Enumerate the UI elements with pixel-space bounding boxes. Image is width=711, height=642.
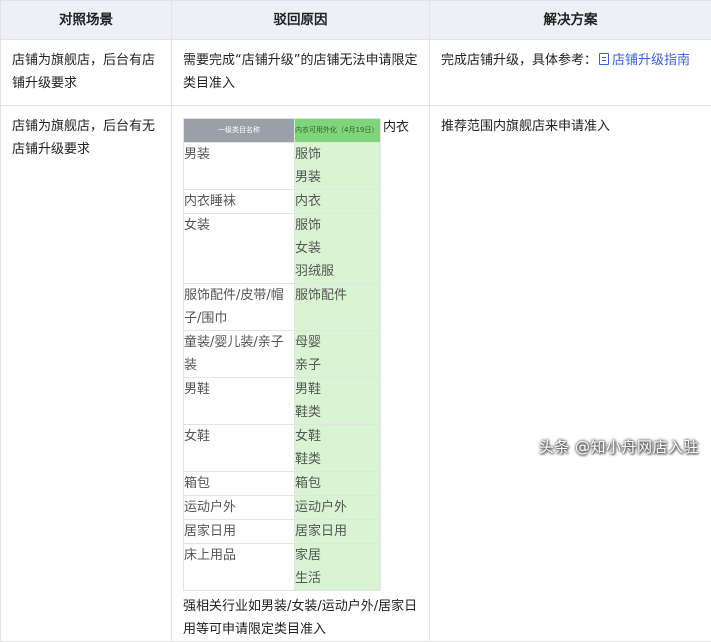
category-name: 服饰配件/皮带/帽子/围巾: [184, 284, 295, 331]
category-name: 内衣睡袜: [184, 190, 295, 214]
category-image-table: 一级类目名称 内衣可用外化（4月19日） 男装服饰男装内衣睡袜内衣女装服饰女装羽…: [183, 118, 381, 591]
category-allowed: 运动户外: [295, 496, 381, 520]
category-allowed-item: 箱包: [295, 472, 380, 495]
upgrade-guide-link[interactable]: 店铺升级指南: [597, 53, 690, 68]
row1-solution: 完成店铺升级，具体参考： 店铺升级指南: [430, 40, 711, 80]
category-row: 男鞋男鞋鞋类: [184, 378, 381, 425]
category-row: 童装/婴儿装/亲子装母婴亲子: [184, 331, 381, 378]
category-allowed-item: 服饰配件: [295, 284, 380, 307]
comparison-table: 对照场景 驳回原因 解决方案 店铺为旗舰店，后台有店铺升级要求 需要完成“店铺升…: [0, 0, 711, 642]
watermark: 头条 @知小舟网店入驻: [539, 436, 699, 457]
category-row: 箱包箱包: [184, 472, 381, 496]
category-name: 居家日用: [184, 520, 295, 544]
category-allowed-item: 男鞋: [295, 378, 380, 401]
category-name: 男鞋: [184, 378, 295, 425]
row1-scene-cell: 店铺为旗舰店，后台有店铺升级要求: [1, 40, 172, 106]
header-reason: 驳回原因: [172, 1, 430, 40]
row2-solution-cell: 推荐范围内旗舰店来申请准入: [430, 106, 711, 642]
category-row: 居家日用居家日用: [184, 520, 381, 544]
category-allowed: 男鞋鞋类: [295, 378, 381, 425]
row1-reason-cell: 需要完成“店铺升级”的店铺无法申请限定类目准入: [172, 40, 430, 106]
row2-scene-cell: 店铺为旗舰店，后台有无店铺升级要求: [1, 106, 172, 642]
category-allowed-item: 女鞋: [295, 425, 380, 448]
category-name: 女鞋: [184, 425, 295, 472]
category-allowed-item: 运动户外: [295, 496, 380, 519]
row1-reason: 需要完成“店铺升级”的店铺无法申请限定类目准入: [172, 40, 429, 103]
table-row: 店铺为旗舰店，后台有店铺升级要求 需要完成“店铺升级”的店铺无法申请限定类目准入…: [1, 40, 711, 106]
category-allowed: 母婴亲子: [295, 331, 381, 378]
upgrade-guide-link-label: 店铺升级指南: [612, 53, 690, 68]
category-row: 床上用品家居生活: [184, 544, 381, 591]
category-allowed: 内衣: [295, 190, 381, 214]
category-row: 男装服饰男装: [184, 143, 381, 190]
row2-solution: 推荐范围内旗舰店来申请准入: [430, 106, 711, 146]
category-allowed-item: 女装: [295, 237, 380, 260]
category-name: 男装: [184, 143, 295, 190]
table-row: 店铺为旗舰店，后台有无店铺升级要求 一级类目名称 内衣可用外化（4月19日） 男…: [1, 106, 711, 642]
row1-solution-cell: 完成店铺升级，具体参考： 店铺升级指南: [430, 40, 711, 106]
category-name: 床上用品: [184, 544, 295, 591]
category-allowed-item: 鞋类: [295, 448, 380, 471]
category-allowed-item: 亲子: [295, 354, 380, 377]
header-scene: 对照场景: [1, 1, 172, 40]
category-allowed-item: 母婴: [295, 331, 380, 354]
category-allowed: 服饰配件: [295, 284, 381, 331]
header-row: 对照场景 驳回原因 解决方案: [1, 1, 711, 40]
category-allowed: 家居生活: [295, 544, 381, 591]
category-allowed-item: 鞋类: [295, 401, 380, 424]
category-header-left: 一级类目名称: [184, 119, 295, 143]
category-name: 箱包: [184, 472, 295, 496]
row2-reason-cell: 一级类目名称 内衣可用外化（4月19日） 男装服饰男装内衣睡袜内衣女装服饰女装羽…: [172, 106, 430, 642]
category-name: 女装: [184, 214, 295, 284]
category-row: 运动户外运动户外: [184, 496, 381, 520]
document-icon: [599, 53, 609, 65]
row2-reason-inline: 内衣: [383, 116, 409, 139]
category-name: 童装/婴儿装/亲子装: [184, 331, 295, 378]
row1-solution-text: 完成店铺升级，具体参考：: [441, 53, 597, 68]
category-row: 女鞋女鞋鞋类: [184, 425, 381, 472]
row2-reason-after: 强相关行业如男装/女装/运动户外/居家日用等可申请限定类目准入: [172, 591, 429, 641]
category-allowed: 女鞋鞋类: [295, 425, 381, 472]
row2-scene: 店铺为旗舰店，后台有无店铺升级要求: [1, 106, 171, 169]
category-row: 女装服饰女装羽绒服: [184, 214, 381, 284]
category-allowed: 服饰女装羽绒服: [295, 214, 381, 284]
category-name: 运动户外: [184, 496, 295, 520]
category-row: 内衣睡袜内衣: [184, 190, 381, 214]
category-allowed: 服饰男装: [295, 143, 381, 190]
category-row: 服饰配件/皮带/帽子/围巾服饰配件: [184, 284, 381, 331]
row2-reason: 一级类目名称 内衣可用外化（4月19日） 男装服饰男装内衣睡袜内衣女装服饰女装羽…: [172, 106, 429, 591]
category-allowed: 居家日用: [295, 520, 381, 544]
category-allowed-item: 家居: [295, 544, 380, 567]
category-allowed-item: 服饰: [295, 143, 380, 166]
category-allowed-item: 内衣: [295, 190, 380, 213]
category-table-header: 一级类目名称 内衣可用外化（4月19日）: [184, 119, 381, 143]
category-allowed-item: 羽绒服: [295, 260, 380, 283]
category-allowed: 箱包: [295, 472, 381, 496]
category-allowed-item: 男装: [295, 166, 380, 189]
row1-scene: 店铺为旗舰店，后台有店铺升级要求: [1, 40, 171, 103]
category-allowed-item: 服饰: [295, 214, 380, 237]
category-allowed-item: 居家日用: [295, 520, 380, 543]
header-solution: 解决方案: [430, 1, 711, 40]
category-header-right: 内衣可用外化（4月19日）: [295, 119, 381, 143]
category-allowed-item: 生活: [295, 567, 380, 590]
